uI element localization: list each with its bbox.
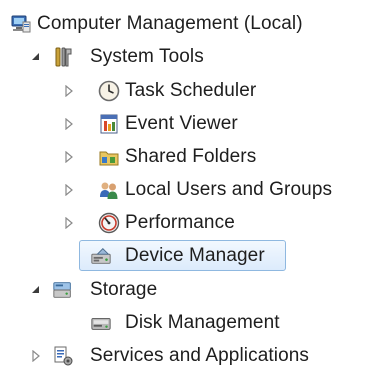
- tree-item-task-scheduler[interactable]: Task Scheduler: [0, 77, 365, 105]
- collapsed-arrow-icon[interactable]: [30, 350, 42, 362]
- collapsed-arrow-icon[interactable]: [63, 85, 75, 97]
- tree-item-shared-folders[interactable]: Shared Folders: [0, 143, 365, 171]
- event-viewer-label: Event Viewer: [125, 113, 238, 134]
- tree-item-device-manager[interactable]: Device Manager: [0, 242, 365, 270]
- collapsed-arrow-icon[interactable]: [63, 118, 75, 130]
- tree-item-performance[interactable]: Performance: [0, 209, 365, 237]
- event-viewer-icon: [98, 113, 120, 135]
- expanded-arrow-icon[interactable]: [30, 51, 42, 63]
- shared-folders-label: Shared Folders: [125, 146, 257, 167]
- services-applications-label: Services and Applications: [90, 345, 310, 366]
- task-scheduler-label: Task Scheduler: [125, 80, 257, 101]
- root-label: Computer Management (Local): [37, 13, 303, 34]
- clock-icon: [98, 80, 120, 102]
- tree-item-services-applications[interactable]: Services and Applications: [0, 342, 365, 370]
- users-icon: [98, 179, 120, 201]
- collapsed-arrow-icon[interactable]: [63, 184, 75, 196]
- system-tools-label: System Tools: [90, 46, 204, 67]
- disk-management-label: Disk Management: [125, 312, 280, 333]
- collapsed-arrow-icon[interactable]: [63, 151, 75, 163]
- disk-icon: [90, 312, 112, 334]
- performance-label: Performance: [125, 212, 235, 233]
- storage-label: Storage: [90, 279, 158, 300]
- tools-icon: [52, 46, 74, 68]
- local-users-groups-label: Local Users and Groups: [125, 179, 333, 200]
- tree-item-system-tools[interactable]: System Tools: [0, 43, 365, 71]
- expanded-arrow-icon[interactable]: [30, 284, 42, 296]
- storage-icon: [52, 279, 74, 301]
- services-icon: [52, 345, 74, 367]
- tree-item-storage[interactable]: Storage: [0, 276, 365, 304]
- console-tree: Computer Management (Local) System Tools…: [0, 0, 365, 369]
- computer-management-icon: [10, 13, 32, 35]
- collapsed-arrow-icon[interactable]: [63, 217, 75, 229]
- tree-item-event-viewer[interactable]: Event Viewer: [0, 110, 365, 138]
- shared-folder-icon: [98, 146, 120, 168]
- device-manager-label: Device Manager: [125, 245, 265, 266]
- performance-icon: [98, 212, 120, 234]
- tree-item-disk-management[interactable]: Disk Management: [0, 309, 365, 337]
- device-manager-icon: [90, 245, 112, 267]
- tree-item-computer-management[interactable]: Computer Management (Local): [0, 10, 365, 38]
- tree-item-local-users-groups[interactable]: Local Users and Groups: [0, 176, 365, 204]
